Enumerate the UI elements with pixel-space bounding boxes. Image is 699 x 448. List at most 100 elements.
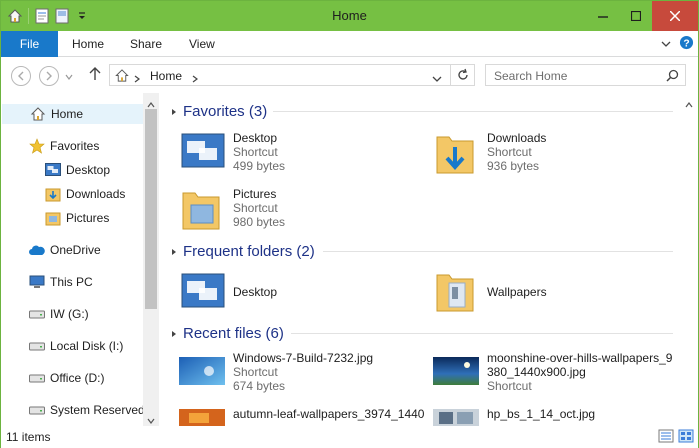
group-title: Frequent folders (2): [183, 242, 315, 260]
nav-item-pictures[interactable]: Pictures: [45, 208, 109, 228]
group-title: Favorites (3): [183, 102, 268, 120]
tab-home[interactable]: Home: [72, 37, 104, 51]
nav-label: This PC: [50, 275, 93, 289]
home-icon: [114, 68, 130, 86]
ribbon-right-controls: ?: [661, 35, 694, 53]
search-box[interactable]: Search Home: [485, 64, 686, 86]
breadcrumb[interactable]: Home: [150, 69, 182, 83]
tile-type: Shortcut: [233, 145, 278, 159]
ribbon-tabs: File Home Share View ?: [1, 31, 698, 57]
breadcrumb-chevron-icon[interactable]: [134, 72, 140, 86]
window-controls: [586, 1, 698, 31]
back-icon[interactable]: [11, 66, 31, 86]
nav-label: Pictures: [66, 211, 110, 225]
help-icon[interactable]: ?: [679, 35, 694, 53]
nav-label: Downloads: [66, 187, 126, 201]
tile-size: 674 bytes: [233, 379, 286, 393]
nav-label: Home: [51, 107, 84, 121]
nav-scrollbar[interactable]: [143, 93, 159, 426]
content-pane: Favorites (3) Desktop Shortcut 499 bytes…: [163, 93, 681, 426]
tile-size: 499 bytes: [233, 159, 286, 173]
nav-label: System Reserved: [50, 403, 145, 417]
address-divider: [450, 65, 451, 85]
view-switcher: [658, 429, 694, 446]
downloads-icon: [45, 186, 61, 202]
breadcrumb-chevron-icon[interactable]: [192, 72, 198, 86]
nav-item-home[interactable]: Home: [2, 104, 144, 124]
scroll-down-icon[interactable]: [147, 413, 155, 427]
explorer-window: Home File Home Share View ? Home Search …: [0, 0, 699, 448]
nav-item-onedrive[interactable]: OneDrive: [29, 240, 101, 260]
maximize-icon[interactable]: [619, 1, 652, 31]
search-input[interactable]: Search Home: [494, 69, 567, 83]
nav-label: Local Disk (I:): [50, 339, 124, 353]
minimize-icon[interactable]: [586, 1, 619, 31]
title-bar: Home: [1, 1, 698, 31]
nav-label: OneDrive: [50, 243, 101, 257]
nav-item-desktop[interactable]: Desktop: [45, 160, 110, 180]
group-frequent-folders[interactable]: Frequent folders (2): [171, 241, 315, 261]
refresh-icon[interactable]: [456, 68, 470, 85]
tile-name: Windows-7-Build-7232.jpg: [233, 351, 374, 365]
group-divider: [291, 333, 673, 334]
content-scrollbar[interactable]: [681, 93, 698, 426]
star-icon: [29, 138, 45, 154]
recent-locations-icon[interactable]: [65, 70, 73, 84]
up-icon[interactable]: [89, 67, 101, 84]
nav-item-favorites[interactable]: Favorites: [29, 136, 99, 156]
image-thumbnail-icon: [179, 409, 225, 426]
group-title: Recent files (6): [183, 324, 284, 342]
close-icon[interactable]: [652, 1, 698, 31]
nav-item-system-reserved[interactable]: System Reserved: [29, 400, 145, 420]
search-icon[interactable]: [666, 69, 679, 85]
drive-icon: [29, 402, 45, 418]
nav-scrollbar-thumb[interactable]: [145, 109, 157, 309]
tile-name: Desktop: [233, 131, 278, 145]
desktop-shortcut-icon: [181, 133, 225, 168]
address-dropdown-icon[interactable]: [432, 72, 442, 86]
collapse-chevron-icon[interactable]: [171, 103, 177, 120]
status-bar: 11 items: [1, 426, 698, 448]
nav-label: IW (G:): [50, 307, 89, 321]
tab-file[interactable]: File: [1, 31, 58, 57]
group-recent-files[interactable]: Recent files (6): [171, 323, 284, 343]
tile-type: Shortcut: [487, 145, 532, 159]
nav-label: Desktop: [66, 163, 111, 177]
group-divider: [273, 111, 673, 112]
group-favorites[interactable]: Favorites (3): [171, 101, 267, 121]
collapse-chevron-icon[interactable]: [171, 243, 177, 260]
nav-item-downloads[interactable]: Downloads: [45, 184, 125, 204]
address-bar[interactable]: Home: [109, 64, 475, 86]
nav-item-office-drive[interactable]: Office (D:): [29, 368, 104, 388]
forward-icon[interactable]: [39, 66, 59, 86]
scroll-up-icon[interactable]: [685, 97, 693, 111]
drive-icon: [29, 306, 45, 322]
pictures-icon: [45, 210, 61, 226]
pictures-folder-icon: [182, 192, 220, 230]
item-count: 11 items: [6, 430, 51, 444]
tile-name: Pictures: [233, 187, 277, 201]
tile-name: hp_bs_1_14_oct.jpg: [487, 407, 596, 421]
image-thumbnail-icon: [179, 357, 225, 385]
tiles-view-icon[interactable]: [678, 429, 694, 446]
nav-item-iw-drive[interactable]: IW (G:): [29, 304, 89, 324]
nav-label: Office (D:): [50, 371, 105, 385]
tab-share[interactable]: Share: [130, 37, 162, 51]
expand-ribbon-icon[interactable]: [661, 37, 671, 51]
nav-item-thispc[interactable]: This PC: [29, 272, 93, 292]
nav-item-local-disk[interactable]: Local Disk (I:): [29, 336, 123, 356]
wallpapers-folder-icon: [436, 274, 474, 312]
tile-size: 980 bytes: [233, 215, 286, 229]
downloads-folder-icon: [436, 136, 474, 174]
tile-name: Wallpapers: [487, 285, 547, 299]
drive-icon: [29, 338, 45, 354]
navigation-pane: Home Favorites Desktop Downloads Picture…: [1, 93, 159, 426]
tile-type: Shortcut: [487, 379, 532, 393]
navigation-row: Home Search Home: [1, 58, 698, 92]
collapse-chevron-icon[interactable]: [171, 325, 177, 342]
tile-name: Downloads: [487, 131, 547, 145]
svg-text:?: ?: [683, 38, 689, 49]
tile-type: Shortcut: [233, 201, 278, 215]
tab-view[interactable]: View: [189, 37, 215, 51]
details-view-icon[interactable]: [658, 429, 674, 446]
